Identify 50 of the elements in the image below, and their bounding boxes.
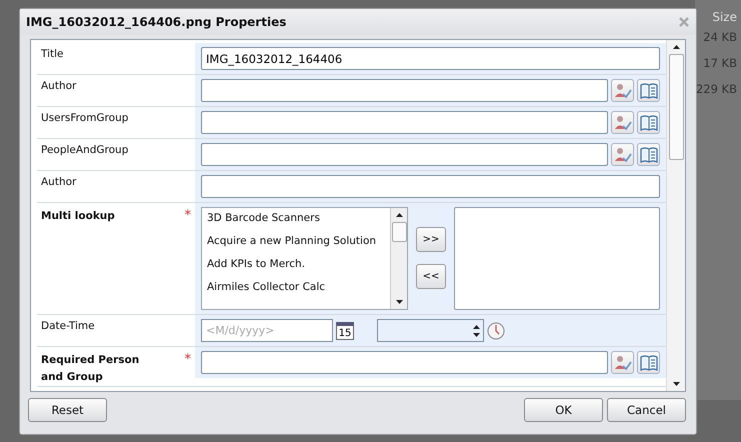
cancel-button[interactable]: Cancel xyxy=(607,398,686,422)
check-names-icon[interactable] xyxy=(611,351,634,374)
text-field[interactable]: IMG_16032012_164406 xyxy=(201,47,660,70)
required-mark: * xyxy=(184,208,191,225)
add-button[interactable]: >> xyxy=(416,227,446,252)
text-field[interactable] xyxy=(201,175,660,198)
field-label: Title xyxy=(41,48,64,62)
people-field[interactable] xyxy=(201,79,608,102)
spinner-icon[interactable] xyxy=(472,322,481,338)
check-names-icon[interactable] xyxy=(611,79,634,102)
list-option[interactable]: Airmiles Collector Calc xyxy=(207,281,390,304)
people-field[interactable] xyxy=(201,351,608,374)
options-list[interactable]: 3D Barcode Scanners Acquire a new Planning Solution Add KPIs to Merch. Airmiles Collector Calc xyxy=(201,207,408,310)
field-label: Required Person and Group xyxy=(41,353,140,385)
time-field[interactable] xyxy=(377,319,484,342)
field-label: UsersFromGroup xyxy=(41,112,128,126)
list-option[interactable]: Acquire a new Planning Solution xyxy=(207,235,390,258)
required-mark: * xyxy=(184,352,191,369)
column-header: Size xyxy=(712,9,737,24)
field-label: Author xyxy=(41,80,76,94)
check-names-icon[interactable] xyxy=(611,143,634,166)
ok-button[interactable]: OK xyxy=(524,398,603,422)
address-book-icon[interactable] xyxy=(637,79,660,102)
list-option[interactable]: Add KPIs to Merch. xyxy=(207,258,390,281)
people-field[interactable] xyxy=(201,143,608,166)
field-label: Author xyxy=(41,176,76,190)
list-option[interactable]: 3D Barcode Scanners xyxy=(207,212,390,235)
remove-button[interactable]: << xyxy=(416,264,446,289)
reset-button[interactable]: Reset xyxy=(28,398,107,422)
close-icon[interactable] xyxy=(678,16,690,28)
scrollbar[interactable] xyxy=(666,40,685,391)
field-label: PeopleAndGroup xyxy=(41,144,128,158)
file-size: 229 KB xyxy=(696,81,737,98)
date-field[interactable]: <M/d/yyyy> xyxy=(201,319,333,342)
field-label: Multi lookup xyxy=(41,209,116,224)
field-label: Date-Time xyxy=(41,320,95,334)
check-names-icon[interactable] xyxy=(611,111,634,134)
window-title: IMG_16032012_164406.png Properties xyxy=(26,15,288,29)
file-size: 24 KB xyxy=(703,29,737,46)
address-book-icon[interactable] xyxy=(637,351,660,374)
calendar-icon[interactable]: 15 xyxy=(336,322,354,340)
selected-list[interactable] xyxy=(454,207,660,310)
scroll-thumb[interactable] xyxy=(668,54,684,160)
address-book-icon[interactable] xyxy=(637,111,660,134)
scrollbar[interactable] xyxy=(390,208,407,309)
scroll-thumb[interactable] xyxy=(392,222,406,242)
people-field[interactable] xyxy=(201,111,608,134)
address-book-icon[interactable] xyxy=(637,143,660,166)
clock-icon[interactable] xyxy=(487,322,505,340)
file-size: 17 KB xyxy=(703,55,737,72)
